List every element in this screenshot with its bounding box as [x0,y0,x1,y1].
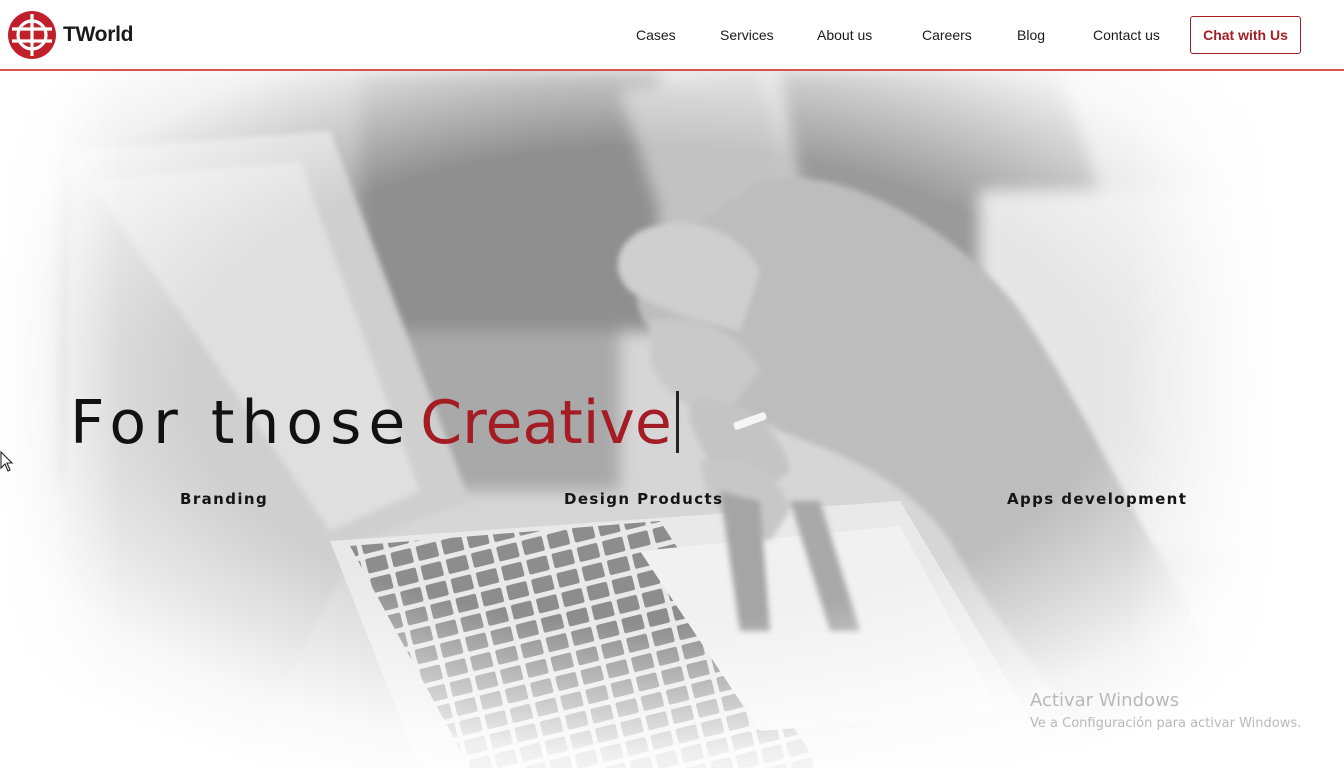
hero-headline: For those Creative [70,383,679,463]
hero-section: For those Creative Branding Design Produc… [0,71,1344,768]
service-branding[interactable]: Branding [180,490,268,508]
page: TWorld Cases Services About us Careers B… [0,0,1344,768]
watermark-subtitle: Ve a Configuración para activar Windows. [1030,716,1302,731]
nav-item-contact-us[interactable]: Contact us [1093,27,1160,43]
nav-item-about-us[interactable]: About us [817,27,872,43]
site-header: TWorld Cases Services About us Careers B… [0,0,1344,71]
chat-with-us-button[interactable]: Chat with Us [1190,16,1301,54]
headline-static-text: For those [70,388,413,458]
service-apps-development[interactable]: Apps development [1007,490,1187,508]
service-design-products[interactable]: Design Products [564,490,723,508]
nav-item-blog[interactable]: Blog [1017,27,1045,43]
nav-item-cases[interactable]: Cases [636,27,676,43]
brand-name[interactable]: TWorld [63,23,133,47]
typing-caret [675,391,679,453]
nav-item-services[interactable]: Services [720,27,774,43]
watermark-title: Activar Windows [1030,690,1180,711]
windows-activation-watermark: Activar Windows Ve a Configuración para … [1030,690,1301,734]
globe-logo-icon[interactable] [7,10,57,60]
mouse-pointer-icon [0,451,14,472]
nav-item-careers[interactable]: Careers [922,27,972,43]
headline-typed-word: Creative [420,388,672,458]
